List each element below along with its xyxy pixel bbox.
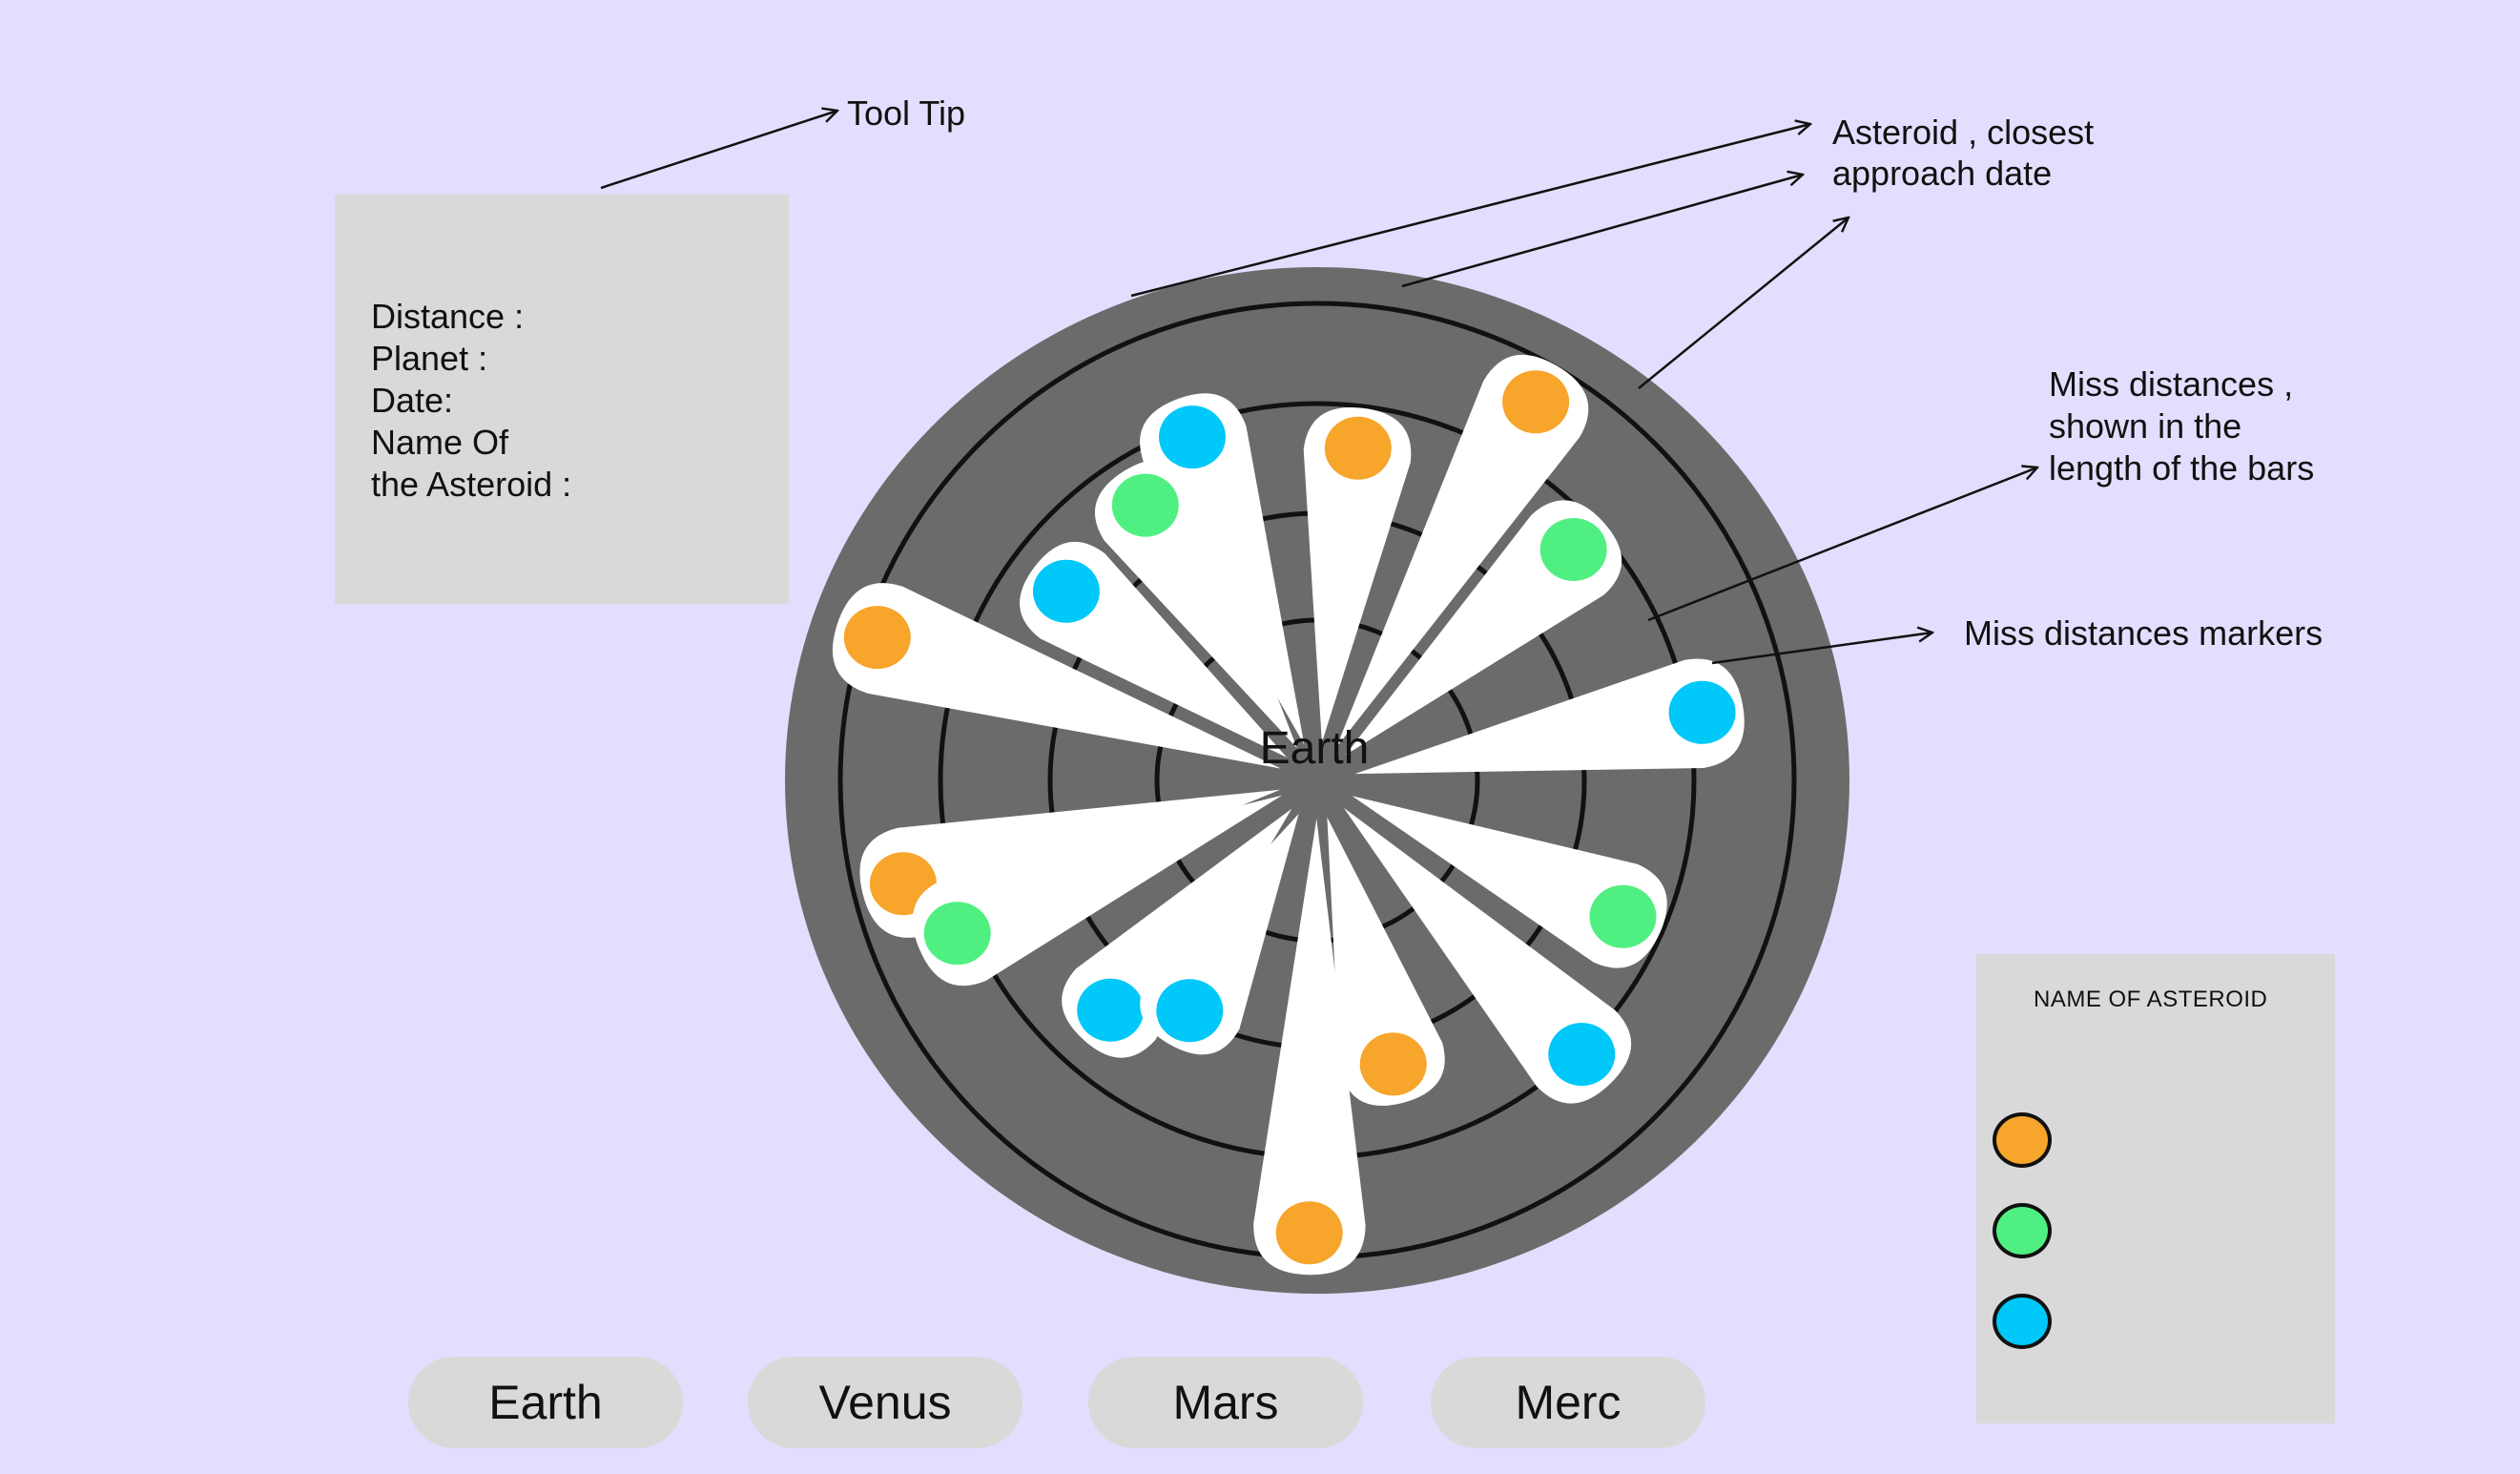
asteroid-date-arrow-2	[1401, 175, 1803, 288]
asteroid-date-arrow-1	[1130, 124, 1810, 298]
tooltip-distance-label: Distance :	[371, 297, 525, 336]
miss-distance-annotation-line-1: Miss distances ,	[2049, 364, 2293, 404]
asteroid-dot-orange[interactable]	[843, 606, 911, 670]
legend-panel: NAME OF ASTEROID	[1976, 954, 2335, 1423]
miss-distance-annotation-line-3: length of the bars	[2049, 448, 2314, 488]
asteroid-dot-green[interactable]	[1111, 473, 1179, 537]
tooltip-panel: Distance : Planet : Date: Name Of the As…	[335, 195, 789, 604]
tooltip-heading: Tool Tip	[847, 93, 965, 133]
planet-button-merc[interactable]: Merc	[1431, 1357, 1705, 1448]
asteroid-dot-cyan[interactable]	[1032, 559, 1100, 623]
planet-button-earth[interactable]: Earth	[408, 1357, 683, 1448]
tooltip-name-label: Name Of	[371, 423, 509, 462]
center-planet-label: Earth	[1260, 723, 1370, 774]
tooltip-planet-label: Planet :	[371, 339, 488, 378]
asteroid-dot-cyan[interactable]	[1156, 979, 1224, 1043]
asteroid-dot-orange[interactable]	[1275, 1201, 1343, 1265]
asteroid-date-annotation-line-2: approach date	[1832, 154, 2052, 193]
tooltip-date-label: Date:	[371, 381, 454, 420]
tooltip-arrow	[600, 111, 837, 190]
tooltip-name-label-cont: the Asteroid :	[371, 465, 572, 504]
asteroid-dot-cyan[interactable]	[1548, 1023, 1616, 1087]
asteroid-date-arrow-3	[1638, 218, 1849, 389]
legend-title: NAME OF ASTEROID	[2034, 986, 2268, 1012]
planet-button-mars[interactable]: Mars	[1088, 1357, 1363, 1448]
asteroid-dot-cyan[interactable]	[1077, 978, 1145, 1042]
asteroid-dot-green[interactable]	[1589, 884, 1657, 948]
legend-dot-cyan[interactable]	[1993, 1294, 2052, 1349]
legend-dot-orange[interactable]	[1993, 1112, 2052, 1168]
asteroid-dot-green[interactable]	[1539, 518, 1607, 581]
asteroid-dot-green[interactable]	[923, 902, 991, 965]
asteroid-dot-orange[interactable]	[1502, 370, 1570, 434]
asteroid-dot-cyan[interactable]	[1159, 405, 1226, 469]
markers-annotation: Miss distances markers	[1964, 613, 2323, 653]
miss-distance-annotation-line-2: shown in the	[2049, 406, 2241, 446]
asteroid-dot-orange[interactable]	[1324, 416, 1392, 480]
legend-dot-green[interactable]	[1993, 1203, 2052, 1258]
asteroid-dot-orange[interactable]	[1359, 1032, 1427, 1096]
planet-button-venus[interactable]: Venus	[748, 1357, 1022, 1448]
asteroid-date-annotation-line-1: Asteroid , closest	[1832, 113, 2094, 152]
asteroid-dot-cyan[interactable]	[1668, 680, 1736, 744]
canvas: Earth Tool Tip Asteroid , closest approa…	[0, 0, 2520, 1474]
